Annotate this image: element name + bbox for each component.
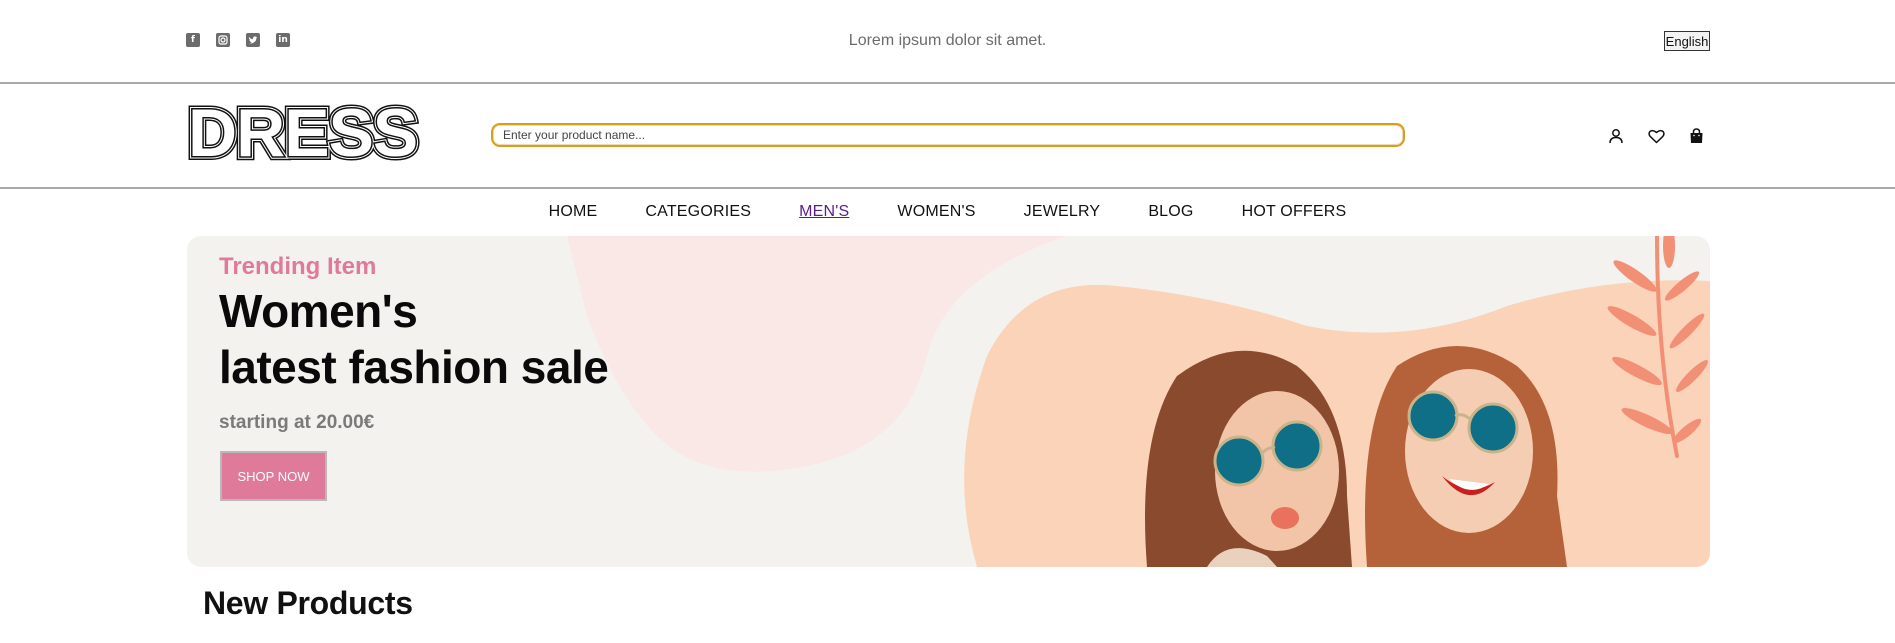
user-icon[interactable] — [1606, 126, 1626, 146]
nav-item-mens[interactable]: MEN'S — [799, 203, 849, 221]
nav-item-home[interactable]: HOME — [549, 203, 598, 221]
hero-title-line-1: Women's — [219, 285, 418, 337]
hero-banner: Trending Item Women's latest fashion sal… — [187, 236, 1710, 567]
nav-item-jewelry[interactable]: JEWELRY — [1024, 203, 1101, 221]
site-logo[interactable]: DRESS DRESS DRESS DRESS — [184, 91, 432, 175]
search-input[interactable] — [491, 123, 1405, 147]
svg-text:DRESS: DRESS — [188, 102, 417, 162]
hero-price: starting at 20.00€ — [219, 412, 375, 433]
nav-item-womens[interactable]: WOMEN'S — [897, 203, 975, 221]
bag-icon[interactable] — [1686, 126, 1706, 146]
new-products-heading: New Products — [203, 585, 413, 621]
main-header: DRESS DRESS DRESS DRESS — [0, 84, 1895, 189]
heart-icon[interactable] — [1646, 126, 1666, 146]
header-actions — [1606, 126, 1706, 146]
hero-kicker: Trending Item — [219, 253, 377, 280]
nav-item-blog[interactable]: BLOG — [1148, 203, 1193, 221]
main-nav: HOME CATEGORIES MEN'S WOMEN'S JEWELRY BL… — [0, 189, 1895, 235]
language-select[interactable]: English — [1664, 31, 1710, 51]
hero-title: Women's latest fashion sale — [219, 283, 609, 395]
nav-item-categories[interactable]: CATEGORIES — [645, 203, 751, 221]
top-bar: f in Lorem ipsum dolor sit amet. English — [0, 0, 1895, 84]
top-tagline: Lorem ipsum dolor sit amet. — [848, 32, 1047, 49]
hero-title-line-2: latest fashion sale — [219, 341, 609, 393]
nav-item-hot-offers[interactable]: HOT OFFERS — [1242, 203, 1347, 221]
shop-now-button[interactable]: SHOP NOW — [220, 451, 327, 501]
